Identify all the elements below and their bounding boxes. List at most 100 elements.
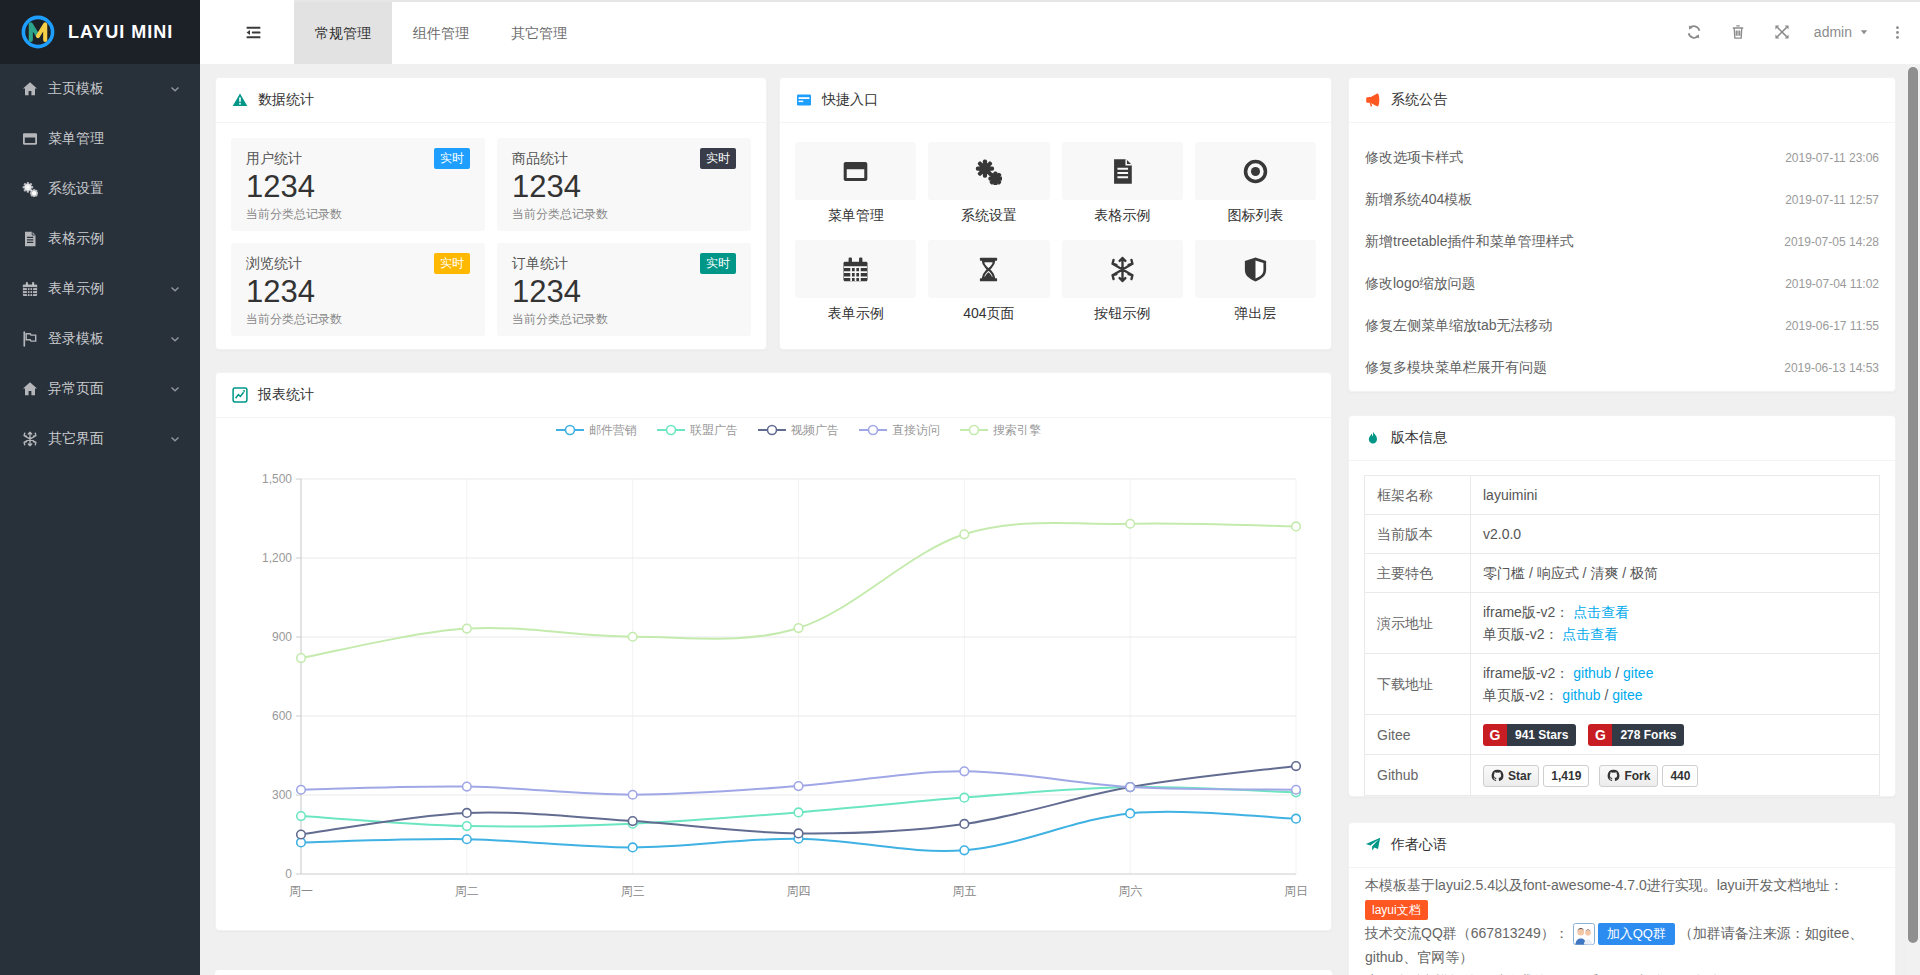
collapse-menu-button[interactable] <box>234 0 272 64</box>
quick-entry-label: 表格示例 <box>1062 207 1183 225</box>
sidebar-item-3[interactable]: 系统设置 <box>0 164 200 214</box>
svg-text:邮件营销: 邮件营销 <box>589 423 637 437</box>
github-star-count[interactable]: 1,419 <box>1543 765 1589 787</box>
version-row-value: iframe版-v2： github / gitee单页版-v2： github… <box>1471 654 1880 715</box>
quick-entry-label: 404页面 <box>928 305 1049 323</box>
announcement-5[interactable]: 修复左侧菜单缩放tab无法移动2019-06-17 11:55 <box>1365 305 1879 347</box>
quick-entry-3[interactable]: 表格示例 <box>1062 142 1183 225</box>
github-fork-count[interactable]: 440 <box>1662 765 1698 787</box>
svg-text:周二: 周二 <box>455 884 479 898</box>
sidebar-item-7[interactable]: 异常页面 <box>0 364 200 414</box>
app-logo[interactable]: LAYUI MINI <box>0 0 200 64</box>
link[interactable]: github <box>1562 687 1600 703</box>
github-fork-button[interactable]: Fork <box>1599 765 1658 787</box>
announcement-time: 2019-07-11 12:57 <box>1785 193 1879 207</box>
tab-2[interactable]: 组件管理 <box>392 2 490 64</box>
sidebar-item-2[interactable]: 菜单管理 <box>0 114 200 164</box>
stat-value: 1234 <box>512 170 736 204</box>
link[interactable]: gitee <box>1612 687 1642 703</box>
home-icon <box>22 381 38 397</box>
gitee-badge[interactable]: G278 Forks <box>1588 724 1684 746</box>
panel-quick-entry: 快捷入口 菜单管理系统设置表格示例图标列表表单示例 404页面按钮示例弹出层 <box>779 77 1332 350</box>
announcement-3[interactable]: 新增treetable插件和菜单管理样式2019-07-05 14:28 <box>1365 221 1879 263</box>
announcement-6[interactable]: 修复多模块菜单栏展开有问题2019-06-13 14:53 <box>1365 347 1879 389</box>
user-dropdown[interactable]: admin <box>1814 24 1870 40</box>
quick-entry-1[interactable]: 菜单管理 <box>795 142 916 225</box>
version-row-label: Github <box>1365 755 1471 795</box>
tab-bar: 常规管理组件管理其它管理 <box>294 2 588 64</box>
stat-badge: 实时 <box>700 148 736 169</box>
quick-entry-5[interactable]: 表单示例 <box>795 240 916 323</box>
announcement-text: 修改选项卡样式 <box>1365 149 1463 167</box>
quick-entry-8[interactable]: 弹出层 <box>1195 240 1316 323</box>
scrollbar-thumb[interactable] <box>1908 67 1918 943</box>
version-row-label: Gitee <box>1365 715 1471 755</box>
stat-card-2: 商品统计实时1234当前分类总记录数 <box>497 138 751 231</box>
sidebar-item-6[interactable]: 登录模板 <box>0 314 200 364</box>
quick-entry-2[interactable]: 系统设置 <box>928 142 1049 225</box>
svg-text:600: 600 <box>272 709 292 723</box>
sidebar-item-5[interactable]: 表单示例 <box>0 264 200 314</box>
link[interactable]: 点击查看 <box>1573 604 1629 620</box>
announcement-4[interactable]: 修改logo缩放问题2019-07-04 11:02 <box>1365 263 1879 305</box>
version-row-label: 框架名称 <box>1365 476 1471 515</box>
paper-plane-icon <box>1365 837 1381 853</box>
quick-entry-label: 表单示例 <box>795 305 916 323</box>
stat-badge: 实时 <box>434 253 470 274</box>
gitee-badge[interactable]: G941 Stars <box>1483 724 1576 746</box>
clear-cache-button[interactable] <box>1716 0 1760 64</box>
link[interactable]: 点击查看 <box>1562 626 1618 642</box>
version-row-value: G941 Stars G278 Forks <box>1471 715 1880 755</box>
stat-title: 订单统计 <box>512 255 568 273</box>
quick-entry-7[interactable]: 按钮示例 <box>1062 240 1183 323</box>
sidebar-item-4[interactable]: 表格示例 <box>0 214 200 264</box>
link[interactable]: gitee <box>1623 665 1653 681</box>
version-row-value: layuimini <box>1471 476 1880 515</box>
panel-version-info: 版本信息 框架名称layuimini当前版本v2.0.0主要特色零门槛 / 响应… <box>1348 415 1896 797</box>
tab-3[interactable]: 其它管理 <box>490 2 588 64</box>
svg-text:0: 0 <box>285 867 292 881</box>
scrollbar[interactable] <box>1906 64 1920 975</box>
svg-text:周一: 周一 <box>289 884 313 898</box>
svg-text:搜索引擎: 搜索引擎 <box>993 423 1041 437</box>
panel-title: 作者心语 <box>1391 836 1447 854</box>
refresh-button[interactable] <box>1672 0 1716 64</box>
svg-text:周三: 周三 <box>621 884 645 898</box>
panel-data-stats-header: 数据统计 <box>216 78 766 123</box>
announcement-text: 修复左侧菜单缩放tab无法移动 <box>1365 317 1552 335</box>
tab-1[interactable]: 常规管理 <box>294 2 392 64</box>
sidebar-menu: 主页模板菜单管理系统设置表格示例表单示例登录模板异常页面其它界面 <box>0 64 200 464</box>
panel-quick-entry-header: 快捷入口 <box>780 78 1331 123</box>
stat-value: 1234 <box>512 275 736 309</box>
fullscreen-button[interactable] <box>1760 0 1804 64</box>
link[interactable]: github <box>1573 665 1611 681</box>
layui-doc-badge[interactable]: layui文档 <box>1365 900 1428 920</box>
header-actions: admin <box>1672 0 1910 64</box>
svg-text:直接访问: 直接访问 <box>892 423 940 437</box>
stat-caption: 当前分类总记录数 <box>512 311 736 328</box>
version-row-label: 演示地址 <box>1365 593 1471 654</box>
line-chart: 03006009001,2001,500周一周二周三周四周五周六周日邮件营销联盟… <box>216 418 1331 930</box>
announcement-1[interactable]: 修改选项卡样式2019-07-11 23:06 <box>1365 137 1879 179</box>
panel-title: 数据统计 <box>258 91 314 109</box>
version-row-7: Github Star1,419 Fork440 <box>1365 755 1880 795</box>
hourglass-icon <box>928 240 1049 298</box>
stat-card-3: 浏览统计实时1234当前分类总记录数 <box>231 243 485 336</box>
sidebar-item-8[interactable]: 其它界面 <box>0 414 200 464</box>
panel-author-words: 作者心语 本模板基于layui2.5.4以及font-awesome-4.7.0… <box>1348 822 1896 975</box>
quick-entry-label: 按钮示例 <box>1062 305 1183 323</box>
qq-group-icon <box>1573 923 1595 945</box>
svg-text:周六: 周六 <box>1118 884 1142 898</box>
join-qq-group-button[interactable]: 加入QQ群 <box>1598 923 1675 945</box>
announcement-2[interactable]: 新增系统404模板2019-07-11 12:57 <box>1365 179 1879 221</box>
github-star-button[interactable]: Star <box>1483 765 1539 787</box>
version-row-value: Star1,419 Fork440 <box>1471 755 1880 795</box>
header: 常规管理组件管理其它管理 admin <box>200 0 1920 64</box>
sidebar-item-1[interactable]: 主页模板 <box>0 64 200 114</box>
quick-entry-4[interactable]: 图标列表 <box>1195 142 1316 225</box>
sidebar-item-label: 登录模板 <box>48 330 168 348</box>
more-menu-button[interactable] <box>1884 0 1910 64</box>
sidebar-item-label: 菜单管理 <box>48 130 182 148</box>
svg-text:视频广告: 视频广告 <box>790 423 839 437</box>
quick-entry-6[interactable]: 404页面 <box>928 240 1049 323</box>
